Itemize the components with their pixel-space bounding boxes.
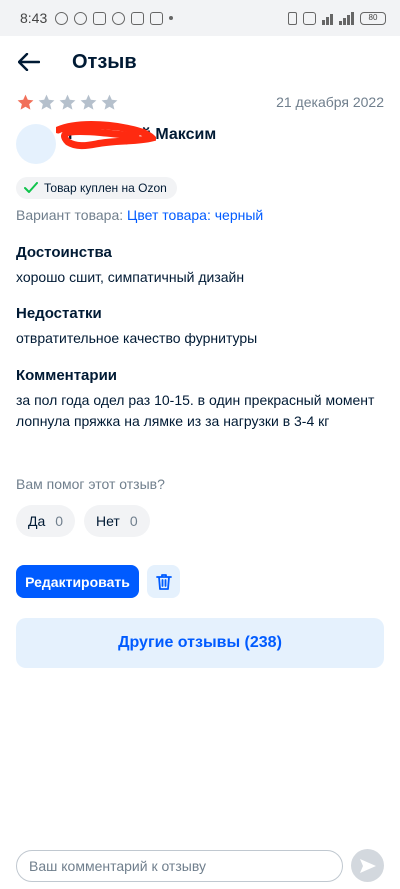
variant-value-link[interactable]: Цвет товара: черный [127,207,263,223]
review-date: 21 декабря 2022 [276,94,384,110]
bluetooth-icon [288,11,297,25]
helpful-yes-count: 0 [55,513,64,529]
status-icons-right: 80 [288,11,386,25]
helpful-no-count: 0 [129,513,138,529]
status-time: 8:43 [20,10,48,26]
cons-title: Недостатки [16,305,102,322]
star-empty-icon [101,94,118,110]
telegram-icon [150,11,164,25]
moon-icon [55,11,69,25]
helpful-no-button[interactable]: Нет 0 [84,505,150,537]
helpful-question: Вам помог этот отзыв? [16,476,165,492]
other-reviews-button[interactable]: Другие отзывы (238) [16,618,384,668]
redaction-scribble [56,121,156,150]
status-bar: 8:43 80 [0,0,400,36]
helpful-yes-label: Да [28,513,46,529]
star-filled-icon [17,94,34,110]
star-empty-icon [80,94,97,110]
bought-badge-label: Товар куплен на Ozon [44,181,167,195]
star-empty-icon [38,94,55,110]
avatar[interactable] [16,124,56,164]
comment-title: Комментарии [16,367,118,384]
author-name: Гй Максим [56,121,217,150]
helpful-yes-button[interactable]: Да 0 [16,505,76,537]
wifi-icon [322,12,333,25]
whatsapp-icon [112,11,126,25]
battery-icon: 80 [360,11,386,25]
back-button[interactable] [16,49,42,75]
arrow-left-icon [18,53,40,71]
rating-row: 21 декабря 2022 [16,92,384,112]
status-icons-left [55,11,174,25]
edit-review-button[interactable]: Редактировать [16,565,139,598]
send-comment-button[interactable] [351,849,384,882]
star-rating [16,93,119,112]
product-variant: Вариант товара: Цвет товара: черный [16,207,263,223]
page-title: Отзыв [72,50,137,73]
delete-review-button[interactable] [147,565,180,598]
header: Отзыв [0,36,400,88]
bought-on-ozon-badge: Товар куплен на Ozon [16,177,177,199]
more-dot-icon [169,16,174,20]
pros-title: Достоинства [16,244,112,261]
comment-field[interactable] [16,850,343,882]
signal-icon [339,11,354,25]
pros-text: хорошо сшит, симпатичный дизайн [16,269,245,285]
sim-icon [303,11,316,25]
helpful-no-label: Нет [96,513,120,529]
app-icon [131,11,145,25]
alarm-icon [74,11,88,25]
send-icon [359,858,376,873]
star-empty-icon [59,94,76,110]
comment-text: за пол года одел раз 10-15. в один прекр… [16,392,375,429]
comment-input[interactable] [29,858,342,874]
variant-label: Вариант товара: [16,207,124,223]
author-first-name: Максим [155,126,217,143]
cons-text: отвратительное качество фурнитуры [16,330,258,346]
notification-icon [93,11,107,25]
check-icon [24,182,38,193]
trash-icon [155,573,172,590]
author-row: Гй Максим [16,121,217,164]
